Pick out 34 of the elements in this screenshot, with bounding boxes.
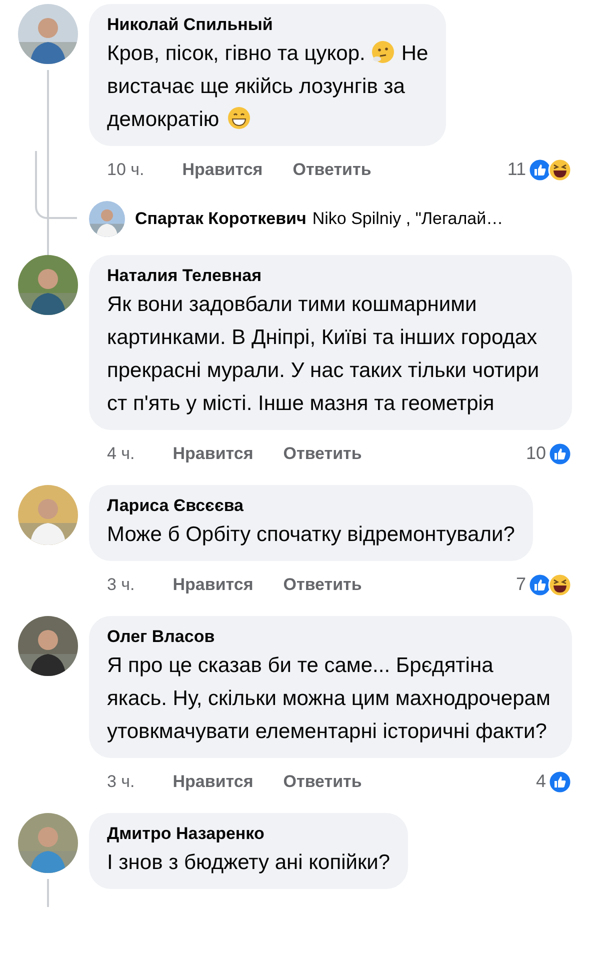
comment-time[interactable]: 3 ч.	[107, 768, 135, 794]
reply-preview[interactable]: Niko Spilniy , "Легалай…	[312, 206, 504, 232]
comment-text: Може б Орбіту спочатку відремонтували?	[107, 523, 515, 546]
comment-text: демократію	[107, 108, 220, 131]
author-name[interactable]: Олег Власов	[107, 625, 554, 649]
comment-text: І знов з бюджету ані копійки?	[107, 851, 390, 874]
reply-link[interactable]: Ответить	[283, 768, 362, 794]
reply-author[interactable]: Спартак Короткевич	[135, 206, 306, 232]
like-link[interactable]: Нравится	[172, 572, 254, 598]
comment-time[interactable]: 4 ч.	[107, 440, 135, 466]
comment-time[interactable]: 10 ч.	[107, 156, 144, 182]
grin-emoji-icon	[227, 106, 252, 130]
comment-time[interactable]: 3 ч.	[107, 572, 135, 598]
reaction-count: 11	[507, 158, 526, 181]
comment-text: вистачає ще якійсь лозунгів за	[107, 75, 405, 98]
comment-text: Як вони задовбали тими кошмарними картинками. В Дніпрі, Київі та інших городах прекрасні мурали. У нас таких тільки чотири ст п'ять у місті. Інше мазня та геометрія	[107, 293, 540, 415]
author-name[interactable]: Наталия Телевная	[107, 264, 554, 288]
comment-text: Кров, пісок, гівно та цукор.	[107, 42, 366, 65]
reply-link[interactable]: Ответить	[292, 156, 372, 182]
like-link[interactable]: Нравится	[172, 440, 254, 466]
comment-text: Я про це сказав би те саме... Брєдятіна якась. Ну, скільки можна цим махнодрочерам утовкмачувати елементарні історичні факти?	[107, 654, 550, 743]
comment-text: Не	[401, 42, 428, 65]
reaction-count: 7	[516, 573, 526, 596]
thinking-emoji-icon	[371, 40, 396, 64]
reply-link[interactable]: Ответить	[283, 572, 362, 598]
author-name[interactable]: Лариса Євсєєва	[107, 494, 515, 518]
thread-connector	[35, 151, 77, 219]
author-name[interactable]: Николай Спильный	[107, 13, 428, 37]
reply-link[interactable]: Ответить	[283, 440, 362, 466]
reaction-count: 10	[526, 442, 546, 465]
like-link[interactable]: Нравится	[172, 768, 254, 794]
reaction-count: 4	[536, 770, 546, 793]
like-link[interactable]: Нравится	[182, 156, 263, 182]
author-name[interactable]: Дмитро Назаренко	[107, 822, 390, 846]
